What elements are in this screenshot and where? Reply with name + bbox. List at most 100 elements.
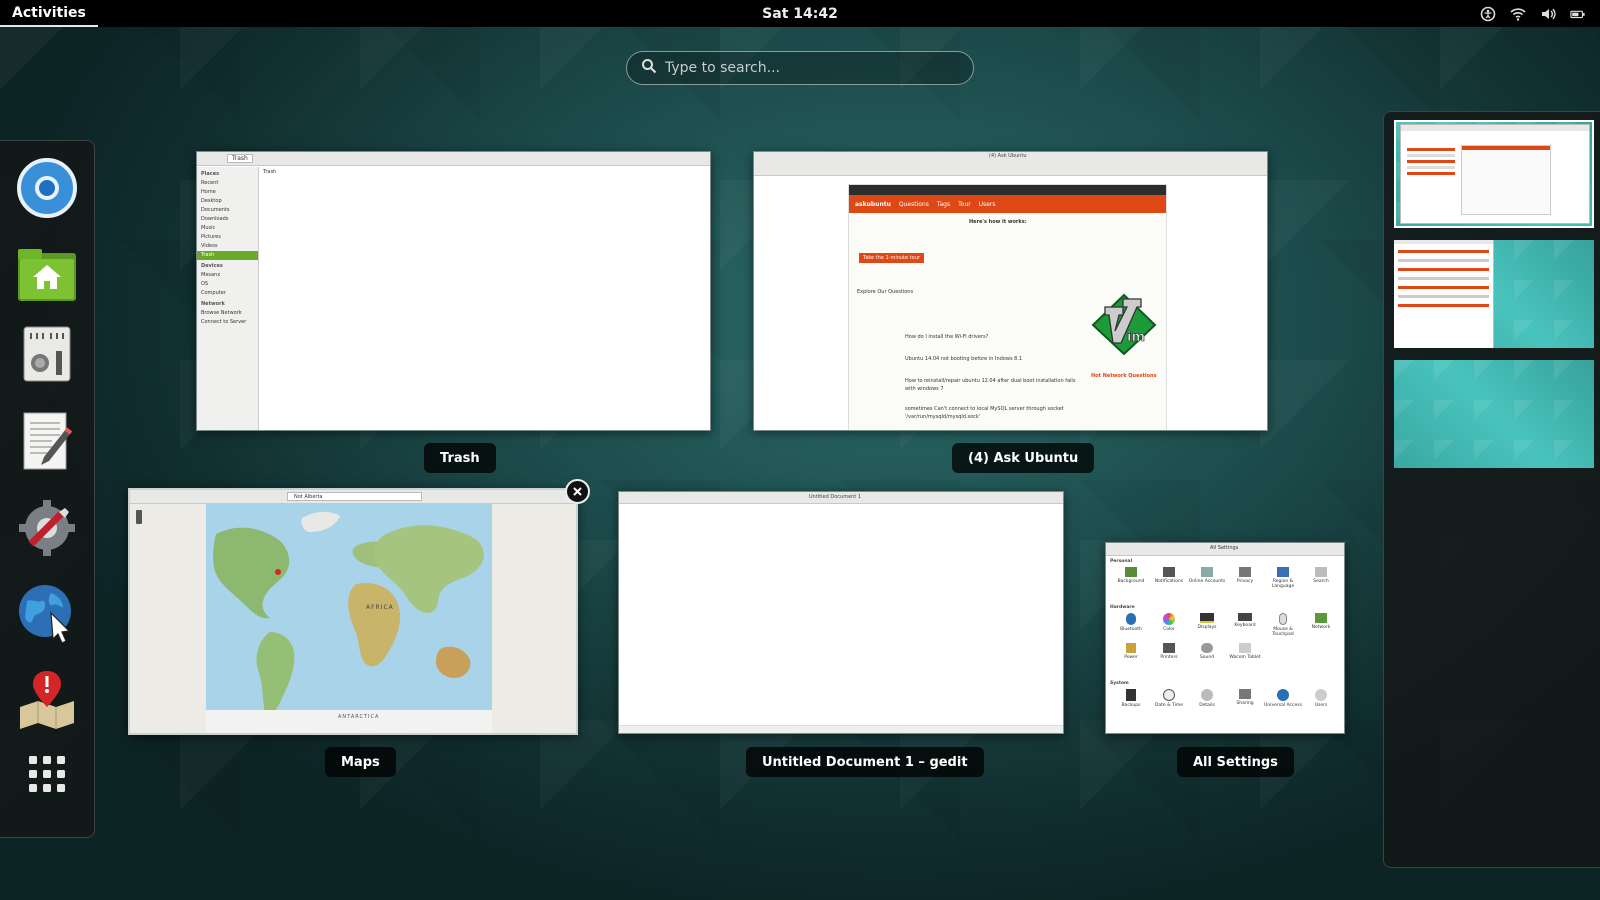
sidebar-item[interactable]: Browse Network: [201, 309, 254, 318]
settings-item[interactable]: Mouse & Touchpad: [1264, 613, 1302, 637]
maps-icon[interactable]: [14, 663, 80, 733]
files-home-icon[interactable]: [14, 239, 80, 309]
sidebar-item[interactable]: Computer: [201, 289, 254, 298]
window-label-maps[interactable]: Maps: [325, 747, 396, 777]
workspace-thumbnail-2[interactable]: [1394, 240, 1594, 348]
workspace-thumbnail-3[interactable]: [1394, 360, 1594, 468]
settings-item[interactable]: Date & Time: [1150, 689, 1188, 708]
nav-link[interactable]: Users: [979, 201, 996, 208]
settings-item[interactable]: Background: [1112, 567, 1150, 589]
settings-item[interactable]: Sound: [1188, 643, 1226, 660]
clock[interactable]: Sat 14:42: [762, 0, 838, 27]
window-trash[interactable]: Trash Places Recent Home Desktop Documen…: [196, 151, 711, 431]
zoom-control[interactable]: [136, 510, 142, 524]
titlebar-title: Trash: [227, 154, 253, 163]
window-gedit[interactable]: Untitled Document 1: [618, 491, 1064, 734]
sidebar-item[interactable]: Mesanx: [201, 271, 254, 280]
stackexchange-bar: [849, 185, 1166, 195]
site-brand[interactable]: askubuntu: [855, 201, 891, 208]
window-label-ask-ubuntu[interactable]: (4) Ask Ubuntu: [952, 443, 1095, 473]
continent-label: AFRICA: [366, 604, 394, 611]
settings-tool-icon[interactable]: [14, 493, 80, 563]
settings-item[interactable]: Color: [1150, 613, 1188, 637]
settings-item[interactable]: Region & Language: [1264, 567, 1302, 589]
window-label-trash[interactable]: Trash: [424, 443, 496, 473]
activities-button[interactable]: Activities: [0, 0, 98, 27]
volume-icon[interactable]: [1540, 6, 1556, 22]
close-window-button[interactable]: [565, 479, 590, 504]
settings-item[interactable]: Online Accounts: [1188, 567, 1226, 589]
system-tray[interactable]: [1480, 0, 1586, 27]
sidebar-item[interactable]: Recent: [201, 179, 254, 188]
map-ocean: AFRICA ANTARCTICA: [206, 504, 492, 733]
gedit-headerbar: Untitled Document 1: [619, 492, 1063, 504]
sidebar-item[interactable]: Music: [201, 224, 254, 233]
settings-item[interactable]: Keyboard: [1226, 613, 1264, 637]
search-box[interactable]: [626, 51, 974, 85]
settings-item[interactable]: Details: [1188, 689, 1226, 708]
sidebar-section-title: Network: [201, 301, 225, 307]
chromium-icon[interactable]: [14, 153, 80, 223]
sidebar-item[interactable]: Videos: [201, 242, 254, 251]
sidebar-item[interactable]: Home: [201, 188, 254, 197]
sidebar-item[interactable]: Connect to Server: [201, 318, 254, 327]
web-browser-icon[interactable]: [14, 579, 80, 649]
settings-section-title: System: [1110, 681, 1129, 686]
question-title[interactable]: How do I install the Wi-Fi drivers?: [905, 333, 1085, 341]
map-canvas[interactable]: AFRICA ANTARCTICA: [130, 504, 576, 733]
svg-text:im: im: [1127, 330, 1145, 345]
settings-item[interactable]: Backups: [1112, 689, 1150, 708]
settings-item[interactable]: Network: [1302, 613, 1340, 637]
settings-item[interactable]: Privacy: [1226, 567, 1264, 589]
how-it-works: Here's how it works:: [969, 219, 1027, 225]
wifi-icon[interactable]: [1510, 6, 1526, 22]
sidebar-item[interactable]: Downloads: [201, 215, 254, 224]
sidebar-section-title: Devices: [201, 263, 223, 269]
nav-link[interactable]: Questions: [899, 201, 929, 208]
mixer-icon[interactable]: [14, 319, 80, 389]
sidebar-item[interactable]: OS: [201, 280, 254, 289]
sidebar-item[interactable]: Pictures: [201, 233, 254, 242]
sidebar-item-selected[interactable]: Trash: [197, 251, 258, 260]
settings-item[interactable]: Search: [1302, 567, 1340, 589]
tour-button[interactable]: Take the 1-minute tour: [859, 253, 924, 263]
sidebar-item[interactable]: Desktop: [201, 197, 254, 206]
titlebar-title: Untitled Document 1: [809, 494, 862, 500]
text-editor-icon[interactable]: [14, 406, 80, 476]
settings-item[interactable]: Bluetooth: [1112, 613, 1150, 637]
question-title[interactable]: Ubuntu 14.04 not booting before in Indow…: [905, 355, 1085, 363]
settings-item[interactable]: Users: [1302, 689, 1340, 708]
settings-section-title: Personal: [1110, 559, 1133, 564]
window-maps[interactable]: Not Alberta AFRICA ANTARCTICA: [128, 488, 578, 735]
battery-icon[interactable]: [1570, 6, 1586, 22]
settings-item[interactable]: Notifications: [1150, 567, 1188, 589]
window-ask-ubuntu[interactable]: (4) Ask Ubuntu askubuntu Questions Tags …: [753, 151, 1268, 431]
editor-area[interactable]: [619, 504, 1063, 727]
settings-item[interactable]: Power: [1112, 643, 1150, 660]
window-label-all-settings[interactable]: All Settings: [1177, 747, 1294, 777]
window-label-gedit[interactable]: Untitled Document 1 – gedit: [746, 747, 984, 777]
status-bar: [619, 725, 1063, 733]
settings-item[interactable]: Sharing: [1226, 689, 1264, 708]
nav-link[interactable]: Tags: [937, 201, 950, 208]
settings-headerbar: All Settings: [1106, 543, 1344, 556]
browser-toolbar: (4) Ask Ubuntu: [754, 152, 1267, 176]
content-header: Trash: [263, 169, 277, 175]
settings-item[interactable]: Printers: [1150, 643, 1188, 660]
settings-item[interactable]: Displays: [1188, 613, 1226, 637]
question-title[interactable]: How to reinstall/repair ubuntu 12.04 aft…: [905, 377, 1085, 393]
window-all-settings[interactable]: All Settings Personal Background Notific…: [1105, 542, 1345, 734]
close-icon: [573, 487, 582, 496]
maps-search-input[interactable]: Not Alberta: [287, 492, 422, 501]
sidebar-item[interactable]: Documents: [201, 206, 254, 215]
search-input[interactable]: [665, 60, 965, 76]
search-icon: [641, 58, 657, 78]
settings-item[interactable]: Wacom Tablet: [1226, 643, 1264, 660]
workspace-thumbnail-1[interactable]: [1394, 120, 1594, 228]
settings-item[interactable]: Universal Access: [1264, 689, 1302, 708]
show-apps-icon[interactable]: [14, 739, 80, 809]
accessibility-icon[interactable]: [1480, 6, 1496, 22]
nav-link[interactable]: Tour: [958, 201, 971, 208]
question-title[interactable]: sometimes Can't connect to local MySQL s…: [905, 405, 1085, 421]
hot-questions-heading: Hot Network Questions: [1091, 373, 1157, 379]
